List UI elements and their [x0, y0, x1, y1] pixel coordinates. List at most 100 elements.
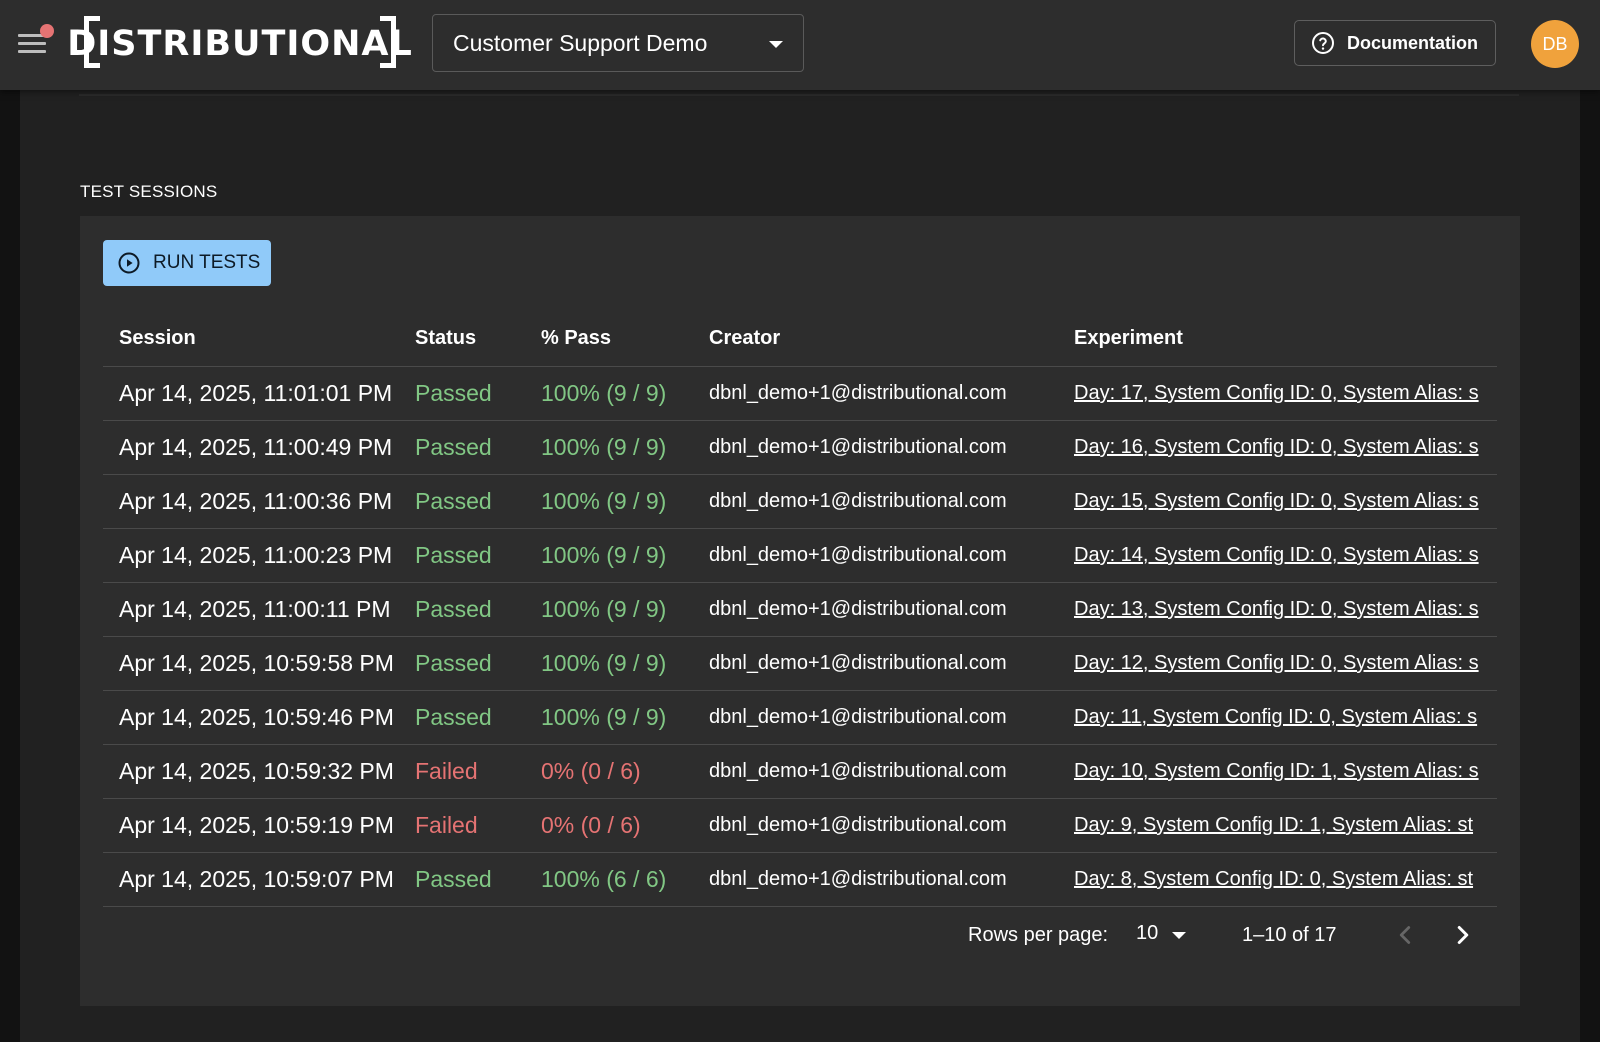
session-cell[interactable]: Apr 14, 2025, 11:00:23 PM [103, 528, 399, 583]
experiment-cell: Day: 12, System Config ID: 0, System Ali… [1058, 636, 1497, 691]
help-circle-icon [1312, 32, 1334, 54]
session-cell[interactable]: Apr 14, 2025, 11:01:01 PM [103, 366, 399, 421]
status-cell: Passed [399, 636, 525, 691]
experiment-link[interactable]: Day: 12, System Config ID: 0, System Ali… [1074, 652, 1479, 674]
run-tests-label: RUN TESTS [153, 252, 261, 273]
creator-cell: dbnl_demo+1@distributional.com [693, 636, 1058, 691]
creator-cell: dbnl_demo+1@distributional.com [693, 528, 1058, 583]
creator-cell: dbnl_demo+1@distributional.com [693, 582, 1058, 637]
avatar[interactable]: DB [1531, 20, 1579, 68]
logo-bracket-right [380, 16, 396, 68]
logo-bracket-left [84, 16, 100, 68]
column-header-status[interactable]: Status [399, 310, 525, 367]
column-header-pass[interactable]: % Pass [525, 310, 693, 367]
experiment-link[interactable]: Day: 15, System Config ID: 0, System Ali… [1074, 490, 1479, 512]
logo-text: DISTRIBUTIONAL [67, 24, 413, 64]
play-circle-icon [118, 252, 140, 274]
session-cell[interactable]: Apr 14, 2025, 10:59:32 PM [103, 744, 399, 799]
experiment-link[interactable]: Day: 16, System Config ID: 0, System Ali… [1074, 436, 1479, 458]
rows-per-page-select[interactable]: 10 [1136, 922, 1158, 945]
table-header-row: Session Status % Pass Creator Experiment [103, 310, 1497, 367]
logo[interactable]: DISTRIBUTIONAL [67, 16, 412, 72]
table-row[interactable]: Apr 14, 2025, 10:59:07 PM Passed 100% (6 /… [103, 852, 1497, 907]
session-cell[interactable]: Apr 14, 2025, 11:00:36 PM [103, 474, 399, 529]
status-cell: Failed [399, 798, 525, 853]
test-sessions-panel: RUN TESTS Session Status % Pass Creator … [80, 216, 1520, 1006]
creator-cell: dbnl_demo+1@distributional.com [693, 744, 1058, 799]
experiment-cell: Day: 16, System Config ID: 0, System Ali… [1058, 420, 1497, 475]
creator-cell: dbnl_demo+1@distributional.com [693, 852, 1058, 907]
pass-rate-cell: 100% (9 / 9) [525, 582, 693, 637]
experiment-cell: Day: 10, System Config ID: 1, System Ali… [1058, 744, 1497, 799]
experiment-link[interactable]: Day: 17, System Config ID: 0, System Ali… [1074, 382, 1479, 404]
experiment-link[interactable]: Day: 14, System Config ID: 0, System Ali… [1074, 544, 1479, 566]
top-app-bar: DISTRIBUTIONAL Customer Support Demo Doc… [0, 0, 1600, 90]
status-cell: Passed [399, 474, 525, 529]
column-header-session[interactable]: Session [103, 310, 399, 367]
session-cell[interactable]: Apr 14, 2025, 11:00:49 PM [103, 420, 399, 475]
creator-cell: dbnl_demo+1@distributional.com [693, 420, 1058, 475]
experiment-cell: Day: 17, System Config ID: 0, System Ali… [1058, 366, 1497, 421]
chevron-right-icon[interactable] [1448, 920, 1478, 950]
pass-rate-cell: 100% (9 / 9) [525, 636, 693, 691]
pagination: Rows per page: 10 1–10 of 17 [80, 916, 1520, 956]
experiment-cell: Day: 14, System Config ID: 0, System Ali… [1058, 528, 1497, 583]
table-row[interactable]: Apr 14, 2025, 11:01:01 PM Passed 100% (9 /… [103, 366, 1497, 421]
session-cell[interactable]: Apr 14, 2025, 10:59:19 PM [103, 798, 399, 853]
column-header-experiment[interactable]: Experiment [1058, 310, 1497, 367]
project-select[interactable]: Customer Support Demo [432, 14, 804, 72]
session-cell[interactable]: Apr 14, 2025, 11:00:11 PM [103, 582, 399, 637]
experiment-link[interactable]: Day: 9, System Config ID: 1, System Alia… [1074, 814, 1473, 836]
experiment-link[interactable]: Day: 10, System Config ID: 1, System Ali… [1074, 760, 1479, 782]
run-tests-button[interactable]: RUN TESTS [103, 240, 271, 286]
session-cell[interactable]: Apr 14, 2025, 10:59:07 PM [103, 852, 399, 907]
experiment-cell: Day: 15, System Config ID: 0, System Ali… [1058, 474, 1497, 529]
table-row[interactable]: Apr 14, 2025, 10:59:32 PM Failed 0% (0 / 6… [103, 744, 1497, 799]
pass-rate-cell: 0% (0 / 6) [525, 798, 693, 853]
status-cell: Passed [399, 528, 525, 583]
project-select-value: Customer Support Demo [453, 30, 708, 56]
table-row[interactable]: Apr 14, 2025, 10:59:46 PM Passed 100% (9 /… [103, 690, 1497, 745]
creator-cell: dbnl_demo+1@distributional.com [693, 366, 1058, 421]
status-cell: Passed [399, 852, 525, 907]
test-sessions-table: Session Status % Pass Creator Experiment… [103, 310, 1497, 907]
session-cell[interactable]: Apr 14, 2025, 10:59:46 PM [103, 690, 399, 745]
table-row[interactable]: Apr 14, 2025, 10:59:19 PM Failed 0% (0 / 6… [103, 798, 1497, 853]
column-header-creator[interactable]: Creator [693, 310, 1058, 367]
table-row[interactable]: Apr 14, 2025, 11:00:36 PM Passed 100% (9 /… [103, 474, 1497, 529]
section-title: TEST SESSIONS [80, 182, 218, 201]
pass-rate-cell: 100% (9 / 9) [525, 420, 693, 475]
pass-rate-cell: 100% (9 / 9) [525, 528, 693, 583]
table-row[interactable]: Apr 14, 2025, 11:00:23 PM Passed 100% (9 /… [103, 528, 1497, 583]
divider [79, 94, 1519, 96]
status-cell: Passed [399, 366, 525, 421]
chevron-down-icon [769, 41, 783, 48]
rows-per-page-label: Rows per page: [968, 924, 1109, 946]
status-cell: Passed [399, 420, 525, 475]
status-cell: Passed [399, 582, 525, 637]
experiment-cell: Day: 13, System Config ID: 0, System Ali… [1058, 582, 1497, 637]
experiment-cell: Day: 8, System Config ID: 0, System Alia… [1058, 852, 1497, 907]
session-cell[interactable]: Apr 14, 2025, 10:59:58 PM [103, 636, 399, 691]
experiment-cell: Day: 11, System Config ID: 0, System Ali… [1058, 690, 1497, 745]
menu-icon-line [18, 42, 46, 45]
creator-cell: dbnl_demo+1@distributional.com [693, 798, 1058, 853]
experiment-link[interactable]: Day: 11, System Config ID: 0, System Ali… [1074, 706, 1477, 728]
table-row[interactable]: Apr 14, 2025, 11:00:49 PM Passed 100% (9 /… [103, 420, 1497, 475]
pass-rate-cell: 100% (9 / 9) [525, 690, 693, 745]
pagination-range: 1–10 of 17 [1242, 924, 1337, 946]
pass-rate-cell: 0% (0 / 6) [525, 744, 693, 799]
chevron-down-icon[interactable] [1172, 932, 1186, 939]
table-row[interactable]: Apr 14, 2025, 11:00:11 PM Passed 100% (9 /… [103, 582, 1497, 637]
chevron-left-icon[interactable] [1390, 920, 1420, 950]
creator-cell: dbnl_demo+1@distributional.com [693, 690, 1058, 745]
table-row[interactable]: Apr 14, 2025, 10:59:58 PM Passed 100% (9 /… [103, 636, 1497, 691]
experiment-cell: Day: 9, System Config ID: 1, System Alia… [1058, 798, 1497, 853]
documentation-button[interactable]: Documentation [1294, 20, 1496, 66]
experiment-link[interactable]: Day: 8, System Config ID: 0, System Alia… [1074, 868, 1473, 890]
menu-icon-line [18, 50, 46, 53]
pass-rate-cell: 100% (9 / 9) [525, 366, 693, 421]
experiment-link[interactable]: Day: 13, System Config ID: 0, System Ali… [1074, 598, 1479, 620]
menu-button[interactable] [16, 24, 54, 58]
notification-dot [40, 24, 54, 38]
